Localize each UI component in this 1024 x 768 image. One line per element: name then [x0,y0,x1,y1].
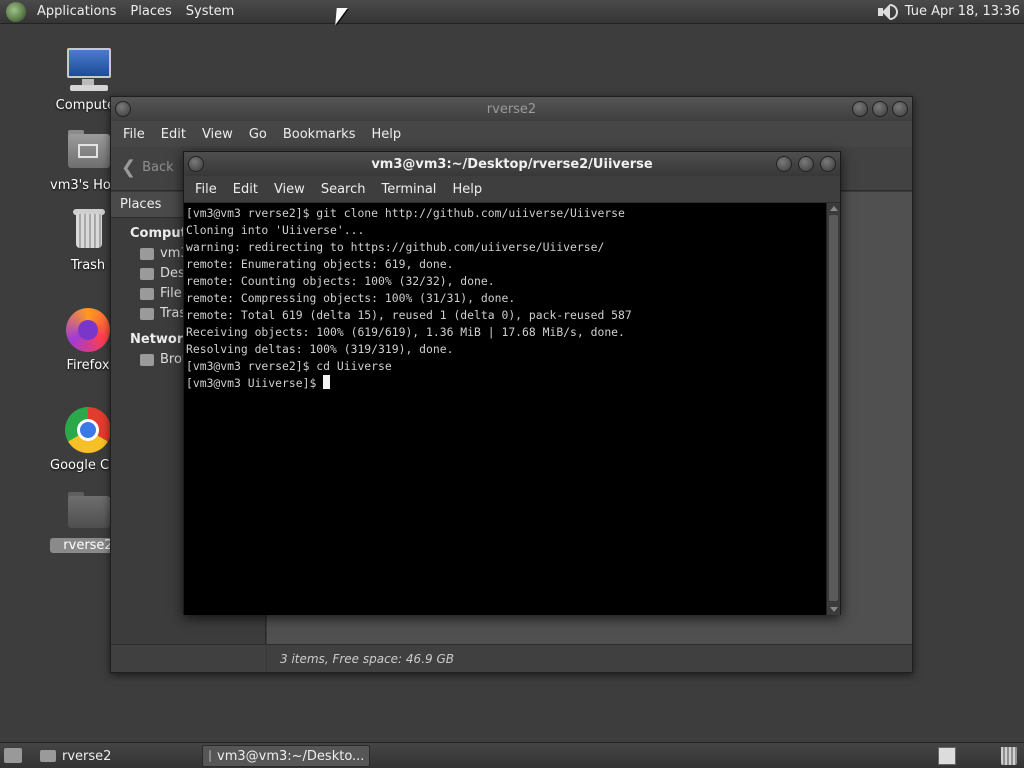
menu-file[interactable]: File [187,182,225,197]
status-bar-left [111,644,266,672]
terminal-line: Receiving objects: 100% (619/619), 1.36 … [186,325,625,339]
terminal-icon [209,750,211,762]
back-arrow-icon: ❮ [121,157,137,178]
close-button[interactable] [892,101,908,117]
terminal-scrollbar[interactable] [826,203,840,615]
menu-go[interactable]: Go [241,127,275,142]
file-manager-menubar: File Edit View Go Bookmarks Help [111,121,912,147]
workspace-switcher[interactable] [938,747,956,765]
text-cursor [323,375,331,389]
terminal-prompt-line[interactable]: [vm3@vm3 Uiiverse]$ [186,375,825,392]
status-bar: 3 items, Free space: 46.9 GB [267,644,912,672]
maximize-button[interactable] [872,101,888,117]
home-icon [140,248,154,260]
taskbar-label: vm3@vm3:~/Deskto... [217,748,365,764]
minimize-button[interactable] [776,156,792,172]
system-menu[interactable]: System [179,4,241,19]
terminal-line: Resolving deltas: 100% (319/319), done. [186,342,454,356]
chrome-icon [64,406,112,454]
terminal-line: [vm3@vm3 rverse2]$ cd Uiiverse [186,359,392,373]
taskbar-item-terminal[interactable]: vm3@vm3:~/Deskto... [202,745,370,767]
file-manager-titlebar[interactable]: rverse2 [111,97,912,121]
bottom-panel: rverse2 vm3@vm3:~/Deskto... [0,742,1024,768]
trash-applet-icon[interactable] [1001,747,1017,765]
menu-search[interactable]: Search [313,182,374,197]
menu-edit[interactable]: Edit [153,127,194,142]
trash-icon [64,206,112,254]
terminal-line: remote: Counting objects: 100% (32/32), … [186,274,495,288]
close-button[interactable] [820,156,836,172]
taskbar-item-file-manager[interactable]: rverse2 [34,745,117,767]
terminal-titlebar[interactable]: vm3@vm3:~/Desktop/rverse2/Uiiverse [184,152,840,176]
menu-edit[interactable]: Edit [225,182,266,197]
menu-help[interactable]: Help [444,182,490,197]
show-desktop-icon[interactable] [4,748,22,763]
terminal-menubar: File Edit View Search Terminal Help [184,176,840,202]
window-menu-icon[interactable] [188,156,204,172]
places-menu[interactable]: Places [123,4,178,19]
window-menu-icon[interactable] [115,101,131,117]
terminal-line: warning: redirecting to https://github.c… [186,240,605,254]
terminal-line: remote: Enumerating objects: 619, done. [186,257,454,271]
terminal-line: Cloning into 'Uiiverse'... [186,223,365,237]
menu-bookmarks[interactable]: Bookmarks [275,127,364,142]
back-button[interactable]: ❮ Back [121,157,174,178]
terminal-prompt: [vm3@vm3 Uiiverse]$ [186,376,324,390]
terminal-line: remote: Total 619 (delta 15), reused 1 (… [186,308,632,322]
scroll-down-icon[interactable] [830,607,838,612]
applications-menu[interactable]: Applications [30,4,123,19]
clock[interactable]: Tue Apr 18, 13:36 [905,4,1020,19]
terminal-line: remote: Compressing objects: 100% (31/31… [186,291,516,305]
drive-icon [140,288,154,300]
folder-icon [64,486,112,534]
window-title: vm3@vm3:~/Desktop/rverse2/Uiiverse [371,156,653,172]
terminal-output[interactable]: [vm3@vm3 rverse2]$ git clone http://gith… [184,203,827,615]
desktop-icon [140,268,154,280]
scroll-up-icon[interactable] [830,206,838,211]
taskbar-label: rverse2 [62,748,112,764]
computer-icon [64,46,112,94]
menu-file[interactable]: File [115,127,153,142]
menu-terminal[interactable]: Terminal [373,182,444,197]
volume-icon[interactable] [875,2,898,22]
minimize-button[interactable] [852,101,868,117]
firefox-icon [64,306,112,354]
top-panel: Applications Places System Tue Apr 18, 1… [0,0,1024,24]
network-icon [140,354,154,366]
menu-view[interactable]: View [194,127,241,142]
folder-icon [40,750,56,762]
terminal-window: vm3@vm3:~/Desktop/rverse2/Uiiverse File … [183,151,841,615]
window-title: rverse2 [486,101,537,117]
mouse-pointer-icon [335,8,348,25]
back-label: Back [142,160,174,175]
menu-help[interactable]: Help [363,127,409,142]
home-folder-icon [64,126,112,174]
trash-icon [140,308,154,320]
scrollbar-thumb[interactable] [829,215,838,601]
distro-logo-icon[interactable] [6,1,26,22]
menu-view[interactable]: View [266,182,313,197]
terminal-line: [vm3@vm3 rverse2]$ git clone http://gith… [186,206,625,220]
maximize-button[interactable] [798,156,814,172]
